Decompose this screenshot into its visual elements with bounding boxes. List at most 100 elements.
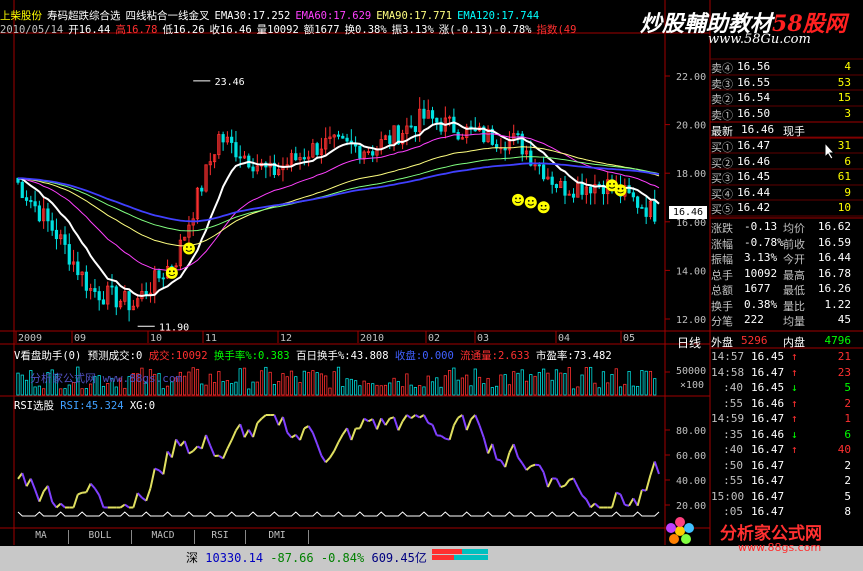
stat-value: -0.13: [744, 220, 778, 233]
candle-body: [413, 126, 418, 132]
price-tick-label: 16.00: [676, 218, 706, 229]
stat-value: 3.13%: [744, 251, 778, 264]
tick-time: :40: [723, 381, 743, 394]
tab-boll[interactable]: BOLL: [69, 530, 132, 544]
status-index: 深 10330.14 -87.66 -0.84% 609.45亿: [186, 549, 427, 566]
price-tick-label: 12.00: [676, 315, 706, 326]
rsi-segment: [384, 417, 391, 426]
rsi-tick-label: 60.00: [676, 451, 706, 462]
bid-price: 16.42: [737, 201, 771, 214]
tick-price: 16.47: [751, 365, 785, 379]
tick-time: :05: [723, 505, 743, 518]
stat-label: 均价: [783, 222, 805, 235]
ema120-value: EMA120:17.744: [457, 10, 540, 22]
index-change: -87.66: [270, 551, 314, 565]
candle-body: [336, 134, 341, 137]
smiley-signal-icon: [614, 184, 627, 197]
timeframe-label[interactable]: 日线: [677, 334, 701, 351]
vol-panel-title[interactable]: V看盘助手(0): [14, 350, 81, 362]
volume-bar: [443, 375, 447, 396]
tick-price: 16.47: [751, 412, 785, 425]
tick-price: 16.46: [751, 396, 785, 410]
rsi-segment: [406, 414, 412, 419]
candle-body: [97, 291, 101, 301]
volume-bar: [42, 388, 46, 396]
stat-value: 16.59: [817, 235, 851, 249]
ema30-value: EMA30:17.252: [214, 10, 291, 22]
stat-value: 45: [837, 313, 851, 326]
rsi-segment: [85, 483, 92, 493]
candle-body: [542, 164, 546, 180]
volume-bar: [101, 385, 106, 396]
ask-price: 16.54: [737, 91, 771, 104]
smiley-eye: [544, 204, 547, 207]
candle-body: [33, 201, 37, 207]
high-value: 高16.78: [115, 24, 158, 36]
indicator-name[interactable]: 四线粘合一线金叉: [126, 10, 210, 22]
tab-dmi[interactable]: DMI: [246, 530, 309, 544]
rsi-segment: [324, 457, 331, 463]
ask-label: 卖①: [711, 108, 733, 122]
inner-label: 内盘: [783, 336, 805, 349]
rsi-segment: [337, 433, 344, 443]
candle-body: [636, 196, 640, 208]
candle-body: [640, 207, 644, 209]
volume-bar: [516, 372, 520, 396]
vol-ytick-unit: ×100: [680, 380, 705, 391]
tick-direction: ↑: [791, 350, 798, 363]
volume-bar: [409, 384, 413, 396]
volume-overlay-watermark: 分析家公式网 www.88gs.com: [30, 372, 183, 385]
volume-bar: [37, 385, 41, 396]
volume-bar: [221, 381, 225, 396]
smiley-signal-icon: [537, 201, 550, 214]
volume-bar: [383, 384, 388, 396]
tick-time: 14:58: [711, 365, 745, 379]
volume-bar: [345, 378, 349, 396]
candle-body: [435, 117, 439, 123]
tab-macd[interactable]: MACD: [132, 530, 195, 544]
stat-label: 振幅: [711, 253, 733, 266]
tick-price: 16.47: [751, 474, 785, 487]
volume-bar: [623, 383, 627, 396]
time-tick-label: 03: [477, 333, 489, 344]
bid-volume: 31: [837, 139, 851, 152]
xg-value: XG:0: [129, 400, 156, 412]
rsi-segment: [350, 428, 357, 441]
ask-label: 卖④: [711, 62, 733, 75]
rsi-segment: [504, 452, 511, 468]
volume-bar: [285, 376, 289, 396]
smiley-signal-icon: [511, 193, 524, 206]
stat-label: 最低: [783, 284, 805, 297]
ask-label: 卖②: [711, 93, 733, 106]
stock-name[interactable]: 上柴股份: [0, 10, 42, 22]
rsi-segment: [581, 494, 588, 501]
volume-bar: [366, 383, 371, 396]
xg-signal-line: [17, 511, 660, 517]
volume-bar: [456, 379, 460, 396]
rsi-segment: [243, 429, 250, 438]
rsi-segment: [200, 434, 207, 449]
change-value: 涨(-0.13)-0.78%: [438, 24, 532, 36]
rsi-segment: [299, 427, 306, 441]
rsi-segment: [572, 478, 579, 488]
market-label: 深: [186, 551, 199, 565]
formula-name[interactable]: 寿码超跌综合选: [47, 10, 121, 22]
rsi-segment: [538, 464, 545, 473]
volume-bar: [212, 382, 217, 396]
stat-value: 0.38%: [744, 297, 778, 311]
volume-bar: [165, 385, 170, 396]
volume-bar: [187, 371, 191, 396]
rsi-segment: [260, 414, 267, 420]
smiley-signal-icon: [165, 266, 178, 279]
tab-rsi[interactable]: RSI: [195, 530, 246, 544]
volume-bar: [426, 375, 430, 396]
tab-ma[interactable]: MA: [14, 530, 69, 544]
rsi-segment: [491, 443, 498, 460]
volume-value: 量10092: [256, 24, 299, 36]
bid-price: 16.46: [737, 154, 771, 168]
rsi-title[interactable]: RSI选股: [14, 400, 54, 412]
tick-row: :55 16.46 ↑ 2: [711, 397, 857, 412]
volume-bar: [349, 378, 353, 396]
rsi-segment: [25, 478, 32, 487]
volume-bar: [614, 368, 618, 396]
